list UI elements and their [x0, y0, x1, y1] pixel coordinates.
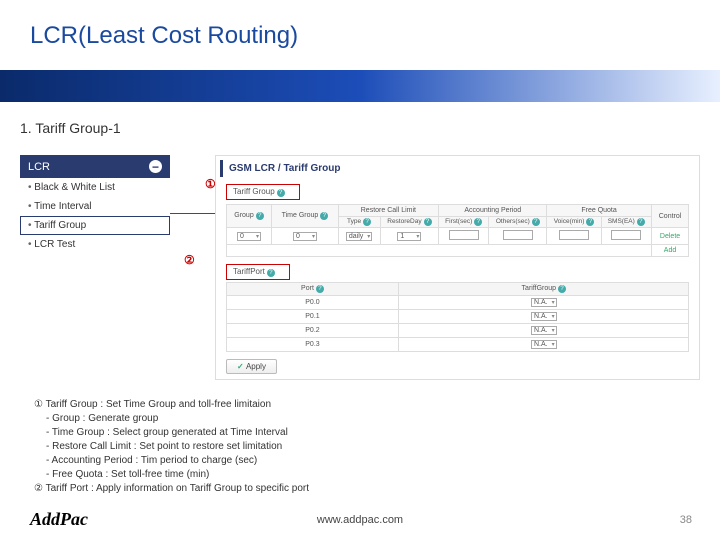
footer-url: www.addpac.com: [317, 514, 403, 526]
help-icon[interactable]: ?: [267, 269, 275, 277]
port-group-select[interactable]: N.A.: [531, 298, 557, 307]
col-type: Type?: [338, 217, 380, 228]
delete-link[interactable]: Delete: [660, 233, 680, 240]
col-tariffgroup: TariffGroup?: [399, 283, 689, 296]
screenshot-area: ① ② LCR − Black & White List Time Interv…: [20, 155, 700, 385]
sidebar: LCR − Black & White List Time Interval T…: [20, 155, 170, 254]
add-link[interactable]: Add: [664, 247, 676, 254]
table-row: P0.3N.A.: [226, 338, 689, 352]
slide-title: LCR(Least Cost Routing): [30, 22, 298, 50]
panel-title: GSM LCR / Tariff Group: [220, 160, 695, 177]
sms-input[interactable]: [611, 230, 641, 240]
sidebar-item-time-interval[interactable]: Time Interval: [20, 197, 170, 216]
tariff-group-table: Group? Time Group? Restore Call Limit Ac…: [226, 204, 690, 257]
col-port: Port?: [226, 283, 399, 296]
table-row: 0 0 daily 1 Delete: [226, 228, 689, 245]
callout-2: ②: [184, 253, 195, 267]
col-voice: Voice(min)?: [547, 217, 601, 228]
col-restore: Restore Call Limit: [338, 205, 439, 217]
first-input[interactable]: [449, 230, 479, 240]
main-panel: GSM LCR / Tariff Group Tariff Group? Gro…: [215, 155, 700, 380]
help-icon[interactable]: ?: [277, 189, 285, 197]
title-bar: [0, 70, 720, 102]
table-row: P0.0N.A.: [226, 296, 689, 310]
desc-line: ② Tariff Port : Apply information on Tar…: [34, 482, 309, 496]
table-row: P0.1N.A.: [226, 310, 689, 324]
footer: AddPac www.addpac.com 38: [0, 509, 720, 530]
desc-line: ① Tariff Group : Set Time Group and toll…: [34, 398, 309, 412]
apply-button[interactable]: Apply: [226, 359, 277, 374]
logo: AddPac: [30, 509, 88, 530]
col-group: Group?: [226, 205, 272, 228]
col-control: Control: [651, 205, 689, 228]
sidebar-header[interactable]: LCR −: [20, 155, 170, 178]
timegroup-select[interactable]: 0: [293, 232, 317, 241]
desc-line: - Accounting Period : Tim period to char…: [34, 454, 309, 468]
port-group-select[interactable]: N.A.: [531, 340, 557, 349]
desc-line: - Time Group : Select group generated at…: [34, 426, 309, 440]
table-row: Add: [226, 245, 689, 257]
desc-line: - Restore Call Limit : Set point to rest…: [34, 440, 309, 454]
port-group-select[interactable]: N.A.: [531, 326, 557, 335]
tariff-port-table: Port? TariffGroup? P0.0N.A. P0.1N.A. P0.…: [226, 282, 690, 352]
voice-input[interactable]: [559, 230, 589, 240]
group-select[interactable]: 0: [237, 232, 261, 241]
sidebar-item-tariff-group[interactable]: Tariff Group: [20, 216, 170, 235]
description-block: ① Tariff Group : Set Time Group and toll…: [34, 398, 309, 496]
desc-line: - Free Quota : Set toll-free time (min): [34, 468, 309, 482]
col-restoreday: RestoreDay?: [380, 217, 439, 228]
tariff-group-heading: Tariff Group?: [226, 184, 300, 200]
port-group-select[interactable]: N.A.: [531, 312, 557, 321]
collapse-icon[interactable]: −: [149, 160, 162, 173]
col-timegroup: Time Group?: [272, 205, 338, 228]
tariff-port-heading: TariffPort?: [226, 264, 290, 280]
col-others: Others(sec)?: [489, 217, 547, 228]
sidebar-item-lcr-test[interactable]: LCR Test: [20, 235, 170, 254]
desc-line: - Group : Generate group: [34, 412, 309, 426]
col-accounting: Accounting Period: [439, 205, 547, 217]
type-select[interactable]: daily: [346, 232, 372, 241]
page-number: 38: [680, 514, 692, 526]
col-sms: SMS(EA)?: [601, 217, 651, 228]
col-freequota: Free Quota: [547, 205, 651, 217]
sidebar-item-bwlist[interactable]: Black & White List: [20, 178, 170, 197]
sidebar-title: LCR: [28, 161, 50, 173]
restoreday-select[interactable]: 1: [397, 232, 421, 241]
section-heading: 1. Tariff Group-1: [20, 120, 121, 136]
table-row: P0.2N.A.: [226, 324, 689, 338]
others-input[interactable]: [503, 230, 533, 240]
col-first: First(sec)?: [439, 217, 489, 228]
